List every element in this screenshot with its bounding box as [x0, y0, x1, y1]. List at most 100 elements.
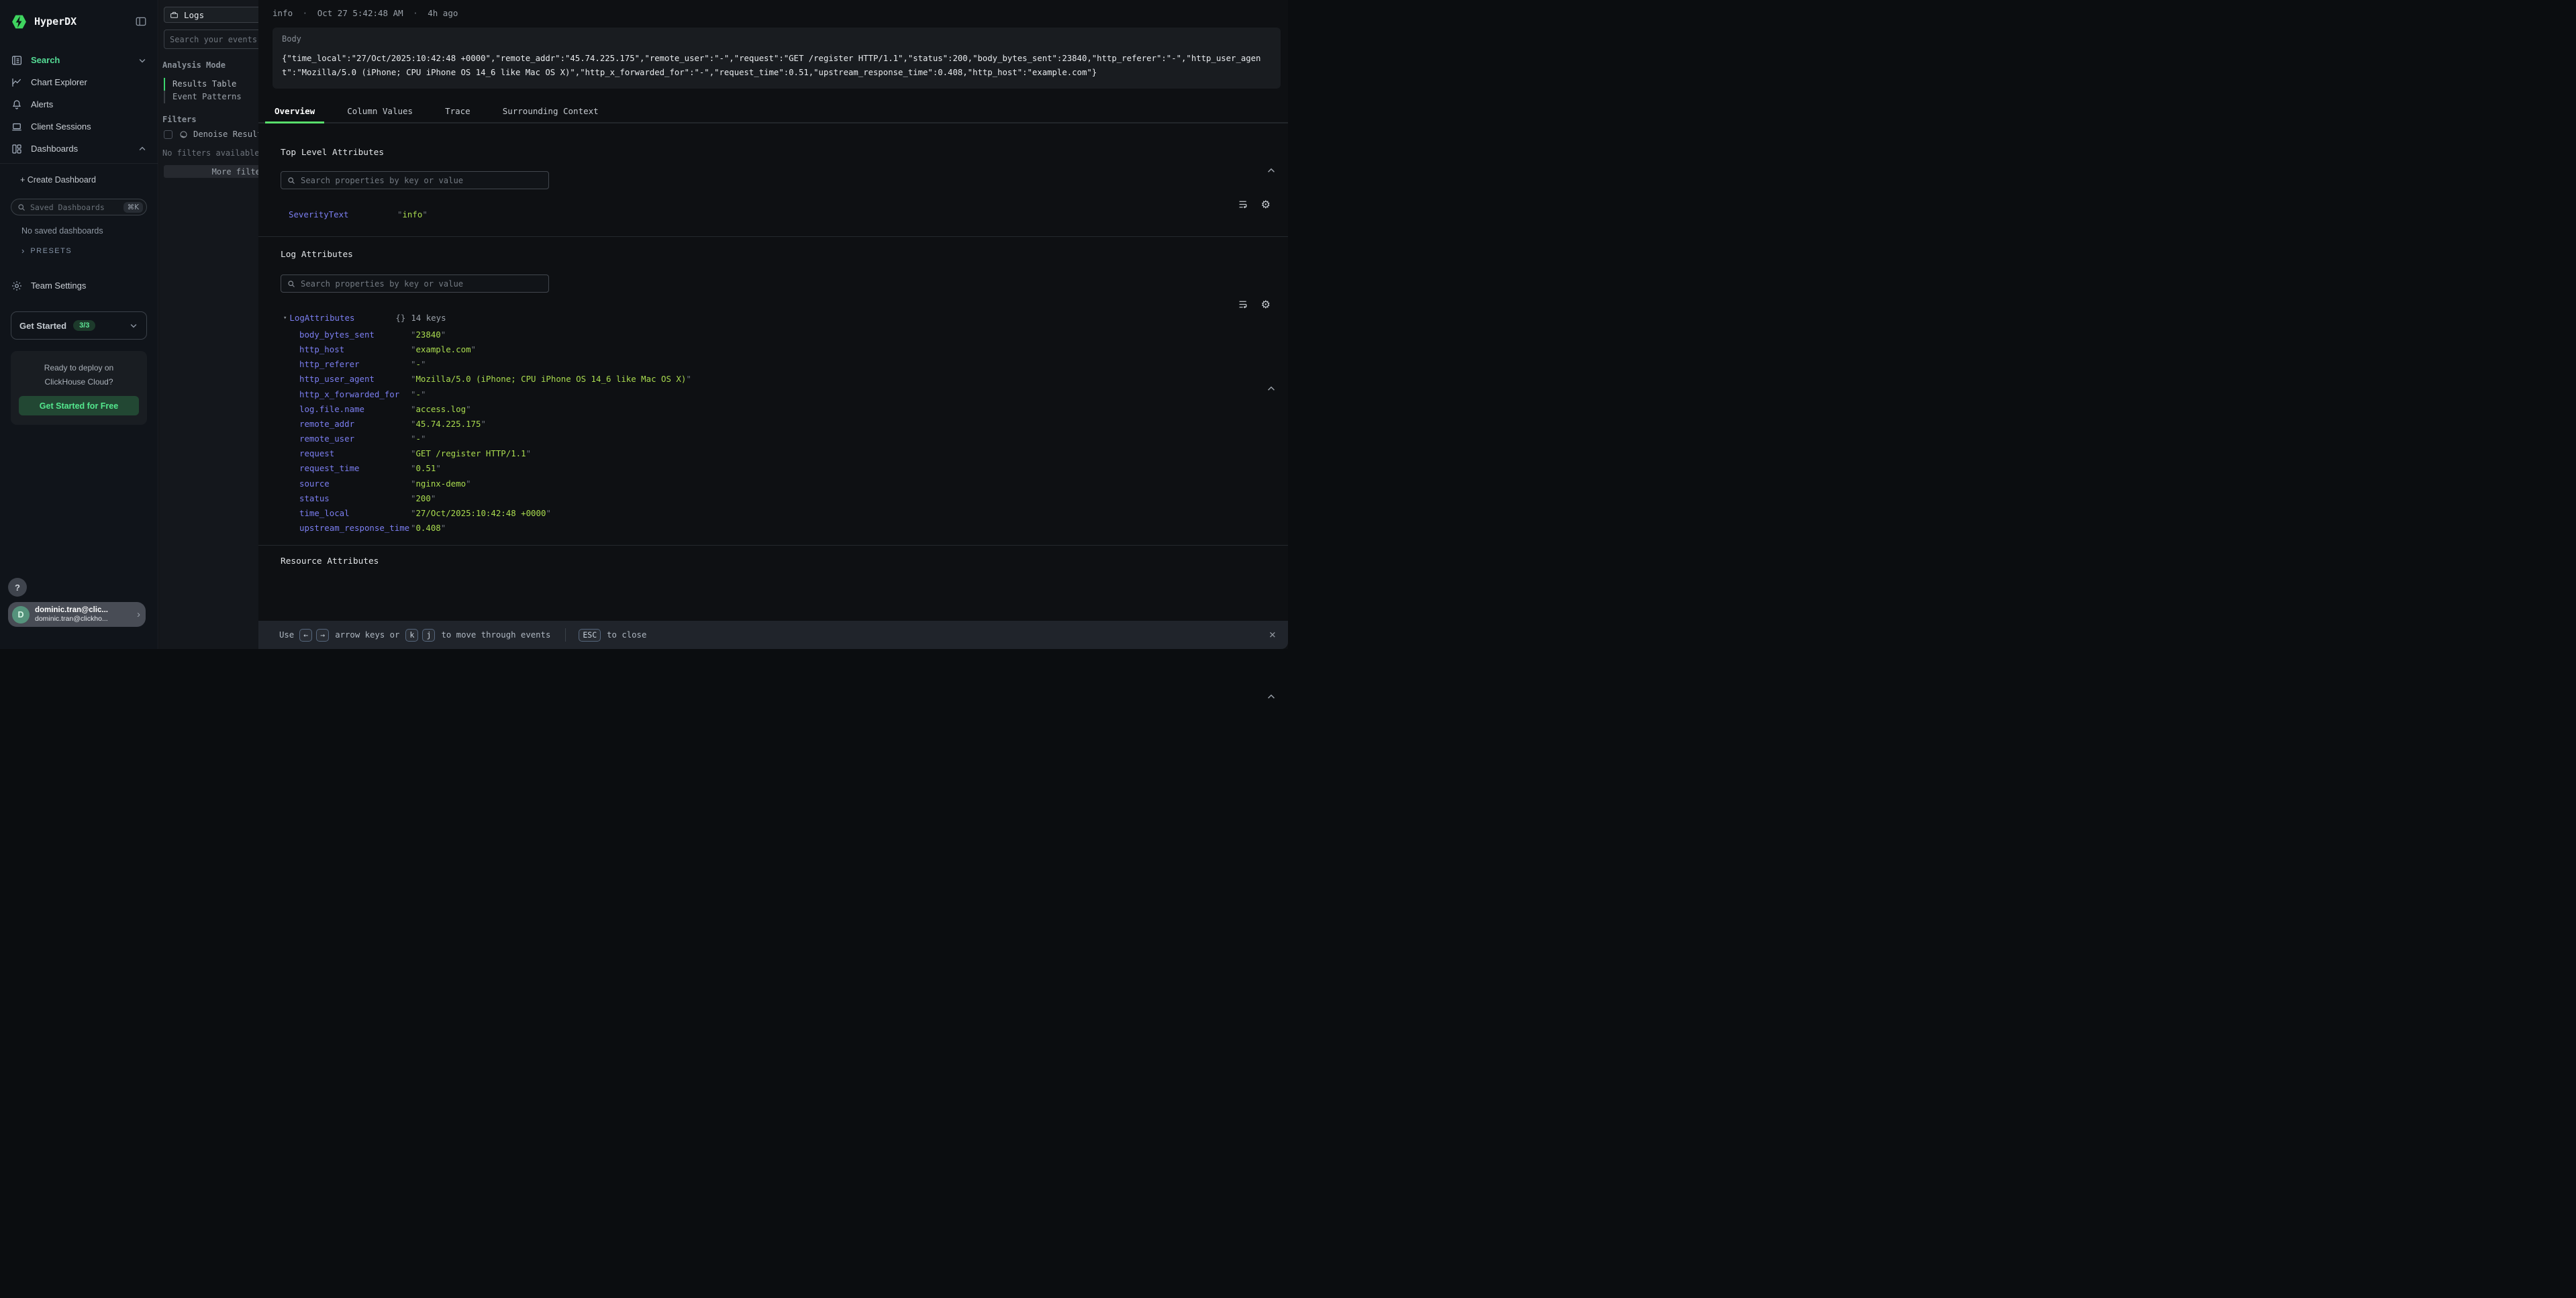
- log-attributes-property-search[interactable]: [281, 274, 549, 293]
- attribute-value[interactable]: Mozilla/5.0 (iPhone; CPU iPhone OS 14_6 …: [411, 374, 691, 384]
- sidebar-item-chart-explorer[interactable]: Chart Explorer: [0, 71, 158, 93]
- attribute-key[interactable]: remote_addr: [299, 419, 411, 429]
- wrap-lines-icon[interactable]: [1238, 199, 1249, 210]
- attribute-key[interactable]: http_user_agent: [299, 374, 411, 384]
- attribute-row: http_hostexample.com: [299, 342, 1288, 356]
- sidebar-item-label: Team Settings: [31, 281, 147, 291]
- chevron-right-icon: ›: [137, 609, 140, 620]
- saved-dashboards-input[interactable]: [30, 203, 123, 212]
- dashboards-icon: [11, 143, 23, 155]
- attribute-key[interactable]: http_referer: [299, 359, 411, 369]
- get-started-toggle[interactable]: Get Started 3/3: [11, 311, 147, 340]
- search-icon: [287, 177, 295, 185]
- chart-icon: [11, 77, 23, 89]
- attribute-value[interactable]: GET /register HTTP/1.1: [411, 448, 531, 458]
- gear-icon[interactable]: ⚙: [1261, 299, 1271, 310]
- attribute-key[interactable]: http_host: [299, 344, 411, 354]
- log-attributes-tree-node[interactable]: ▾ LogAttributes {} 14 keys: [283, 313, 1288, 323]
- attribute-value[interactable]: 23840: [411, 330, 446, 340]
- sidebar-nav: Search Chart Explorer Alerts: [0, 49, 158, 160]
- separator-dot: ·: [303, 8, 308, 18]
- attribute-value[interactable]: 0.408: [411, 523, 446, 533]
- help-button[interactable]: ?: [8, 578, 27, 597]
- attribute-row: SeverityText info: [289, 207, 1288, 221]
- user-name: dominic.tran@clic...: [35, 606, 137, 615]
- hint-to-close: to close: [607, 630, 646, 640]
- attribute-value[interactable]: -: [411, 359, 426, 369]
- attribute-key[interactable]: source: [299, 479, 411, 489]
- log-attributes-title: Log Attributes: [281, 250, 1288, 260]
- top-level-section-icons: ⚙: [1238, 199, 1271, 210]
- attribute-value[interactable]: 200: [411, 493, 436, 503]
- esc-key[interactable]: ESC: [579, 629, 601, 642]
- attribute-key[interactable]: body_bytes_sent: [299, 330, 411, 340]
- denoise-label: Denoise Results: [193, 130, 267, 139]
- attribute-value[interactable]: 27/Oct/2025:10:42:48 +0000: [411, 508, 551, 518]
- wrap-lines-icon[interactable]: [1238, 299, 1249, 310]
- sidebar-item-client-sessions[interactable]: Client Sessions: [0, 115, 158, 138]
- sidebar-divider: [0, 163, 158, 164]
- attribute-key[interactable]: remote_user: [299, 434, 411, 444]
- search-nav-icon: [11, 54, 23, 66]
- sidebar-item-dashboards[interactable]: Dashboards: [0, 138, 158, 160]
- top-level-search-input[interactable]: [301, 176, 542, 185]
- gear-icon[interactable]: ⚙: [1261, 199, 1271, 210]
- top-level-rows: SeverityText info: [289, 207, 1288, 221]
- sidebar-item-alerts[interactable]: Alerts: [0, 93, 158, 115]
- attribute-key[interactable]: upstream_response_time: [299, 523, 411, 533]
- tab-trace[interactable]: Trace: [436, 101, 480, 122]
- attribute-key[interactable]: time_local: [299, 508, 411, 518]
- attribute-key[interactable]: request_time: [299, 463, 411, 473]
- attribute-value[interactable]: example.com: [411, 344, 476, 354]
- sidebar-item-team-settings[interactable]: Team Settings: [0, 274, 158, 297]
- avatar: D: [12, 606, 30, 623]
- get-started-free-button[interactable]: Get Started for Free: [19, 396, 139, 415]
- arrow-right-key[interactable]: →: [316, 629, 329, 642]
- attribute-key[interactable]: http_x_forwarded_for: [299, 389, 411, 399]
- chevron-up-icon[interactable]: [1266, 383, 1277, 394]
- overview-content: Top Level Attributes ⚙ SeverityText in: [258, 148, 1288, 566]
- j-key[interactable]: j: [422, 629, 435, 642]
- close-icon[interactable]: ×: [1269, 628, 1276, 642]
- attribute-key[interactable]: SeverityText: [289, 209, 397, 219]
- attribute-row: remote_user-: [299, 432, 1288, 446]
- gear-icon: [11, 280, 23, 292]
- denoise-checkbox[interactable]: [164, 130, 172, 139]
- log-attributes-search-input[interactable]: [301, 279, 542, 289]
- create-dashboard-button[interactable]: + Create Dashboard: [0, 168, 158, 191]
- tab-overview[interactable]: Overview: [265, 101, 324, 122]
- attribute-key[interactable]: request: [299, 448, 411, 458]
- attribute-value[interactable]: 45.74.225.175: [411, 419, 486, 429]
- tab-surrounding-context[interactable]: Surrounding Context: [493, 101, 608, 122]
- attribute-value[interactable]: -: [411, 434, 426, 444]
- k-key[interactable]: k: [405, 629, 418, 642]
- collapse-sidebar-icon[interactable]: [135, 15, 147, 28]
- attribute-row: requestGET /register HTTP/1.1: [299, 446, 1288, 461]
- brand-title: HyperDX: [34, 15, 135, 28]
- sidebar-item-search[interactable]: Search: [0, 49, 158, 71]
- attribute-value[interactable]: info: [397, 209, 428, 219]
- attribute-value[interactable]: -: [411, 389, 426, 399]
- attribute-value[interactable]: nginx-demo: [411, 479, 471, 489]
- attribute-row: http_referer-: [299, 357, 1288, 372]
- presets-toggle[interactable]: › PRESETS: [21, 246, 158, 256]
- attribute-key[interactable]: status: [299, 493, 411, 503]
- hint-arrow-keys: arrow keys or: [335, 630, 399, 640]
- attribute-row: upstream_response_time0.408: [299, 521, 1288, 536]
- chevron-down-icon: [138, 56, 147, 65]
- attribute-value[interactable]: access.log: [411, 404, 471, 414]
- tree-expand-arrow-icon[interactable]: ▾: [283, 315, 287, 321]
- user-email: dominic.tran@clickho...: [35, 615, 137, 623]
- brand-row: HyperDX: [0, 0, 158, 43]
- attribute-row: time_local27/Oct/2025:10:42:48 +0000: [299, 505, 1288, 520]
- top-level-property-search[interactable]: [281, 171, 549, 189]
- arrow-left-key[interactable]: ←: [299, 629, 312, 642]
- saved-dashboards-search[interactable]: ⌘K: [11, 199, 147, 215]
- chevron-up-icon[interactable]: [1266, 165, 1277, 176]
- user-account-card[interactable]: D dominic.tran@clic... dominic.tran@clic…: [8, 602, 146, 627]
- chevron-up-icon[interactable]: [1266, 691, 1277, 702]
- detail-tabs: Overview Column Values Trace Surrounding…: [258, 101, 1288, 123]
- tab-column-values[interactable]: Column Values: [338, 101, 422, 122]
- attribute-value[interactable]: 0.51: [411, 463, 441, 473]
- attribute-key[interactable]: log.file.name: [299, 404, 411, 414]
